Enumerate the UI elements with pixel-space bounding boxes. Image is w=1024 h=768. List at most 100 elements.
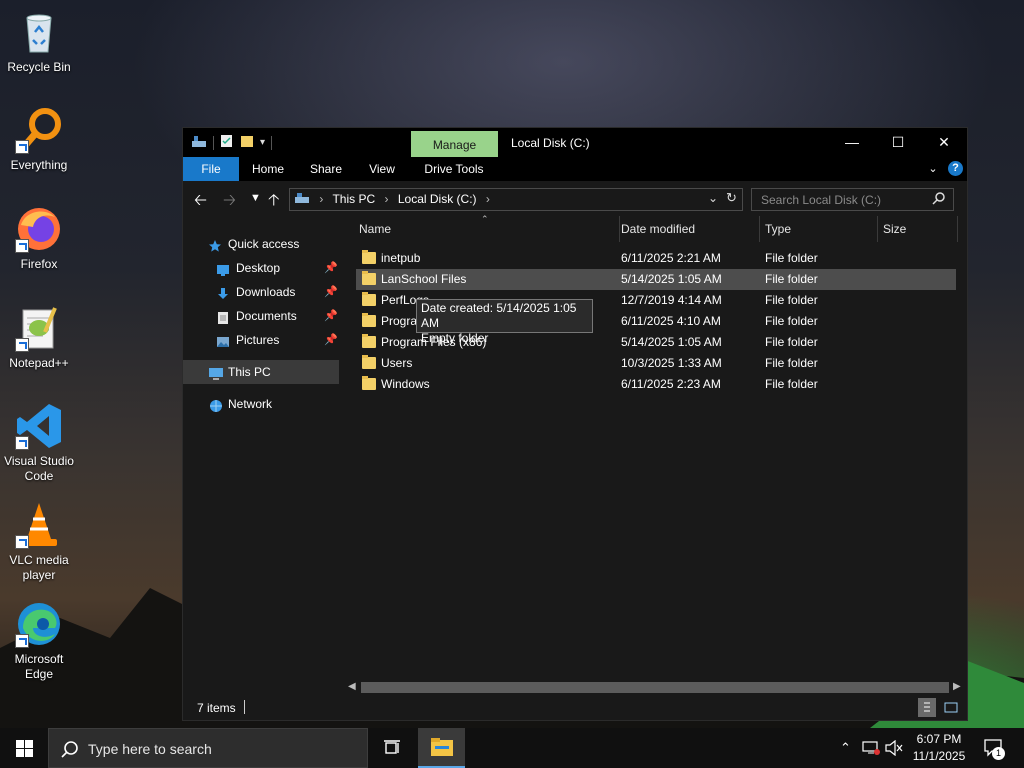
address-bar[interactable]: › This PC › Local Disk (C:) › ⌄ ↻ [289,188,743,211]
scrollbar-thumb[interactable] [361,682,949,693]
nav-item-desktop[interactable]: Desktop 📌 [183,256,339,280]
tab-home[interactable]: Home [245,157,291,181]
desktop-icon-recycle-bin[interactable]: Recycle Bin [0,8,78,75]
shortcut-arrow-icon [15,436,29,450]
tab-manage[interactable]: Manage [411,131,498,157]
list-item[interactable]: Users 10/3/2025 1:33 AM File folder [356,353,956,374]
horizontal-scrollbar[interactable]: ◀ ▶ [347,679,965,696]
list-item[interactable]: LanSchool Files 5/14/2025 1:05 AM File f… [356,269,956,290]
notification-badge: 1 [992,747,1005,760]
scroll-right-icon[interactable]: ▶ [953,681,961,692]
task-view-icon[interactable] [383,740,401,760]
edge-icon [15,600,63,648]
notification-center-icon[interactable]: 1 [983,737,1005,762]
breadcrumb-chevron-icon[interactable]: › [319,192,323,206]
desktop-icon-vlc[interactable]: VLC media player [0,501,78,583]
volume-muted-icon[interactable] [885,739,903,759]
properties-icon[interactable] [220,134,234,151]
notepad-plus-plus-icon [15,304,63,352]
desktop-icon-label: Everything [10,158,68,172]
nav-label: Network [228,397,273,411]
desktop-icon-everything[interactable]: Everything [0,106,78,173]
list-item[interactable]: inetpub 6/11/2025 2:21 AM File folder [356,248,956,269]
desktop-icon-edge[interactable]: Microsoft Edge [0,600,78,682]
help-icon[interactable]: ? [948,161,963,176]
expand-ribbon-icon[interactable]: ⌄ [925,157,941,181]
nav-item-quick-access[interactable]: Quick access [183,232,339,256]
breadcrumb-chevron-icon[interactable]: › [385,192,389,206]
column-header-type[interactable]: Type [759,216,878,242]
vlc-cone-icon [15,501,63,549]
recent-locations-chevron-icon[interactable]: ▼ [250,192,261,204]
nav-item-pictures[interactable]: Pictures 📌 [183,328,339,352]
tab-view[interactable]: View [359,157,405,181]
file-explorer-icon [431,738,453,759]
search-input[interactable]: Search Local Disk (C:) [761,193,881,207]
search-icon [932,191,946,208]
tab-file[interactable]: File [183,157,239,181]
nav-item-this-pc[interactable]: This PC [183,360,339,384]
customize-toolbar-icon[interactable]: ▾ [260,137,265,148]
status-bar: 7 items [183,696,967,720]
breadcrumb-local-disk[interactable]: Local Disk (C:) [398,192,477,206]
nav-item-network[interactable]: Network [183,392,339,416]
address-dropdown-icon[interactable]: ⌄ [708,191,718,205]
clock-time: 6:07 PM [916,732,962,746]
shortcut-arrow-icon [15,634,29,648]
pin-icon[interactable]: 📌 [324,256,338,280]
file-type: File folder [765,356,818,370]
pin-icon[interactable]: 📌 [324,304,338,328]
details-view-icon[interactable] [918,698,936,717]
minimize-icon[interactable]: — [829,128,875,157]
folder-icon [362,250,376,264]
pin-icon[interactable]: 📌 [324,280,338,304]
up-arrow-icon[interactable]: 🡡 [268,189,280,216]
shortcut-arrow-icon [15,239,29,253]
quick-access-toolbar: ▾ [191,134,273,151]
recycle-bin-icon [15,8,63,56]
file-list: ⌃ Name Date modified Type Size inetpub 6… [341,214,967,686]
show-hidden-icons-chevron-icon[interactable]: ⌃ [840,740,851,756]
refresh-icon[interactable]: ↻ [726,190,737,206]
new-folder-icon[interactable] [240,134,254,151]
column-header-size[interactable]: Size [877,216,958,242]
column-header-date-modified[interactable]: Date modified [615,216,760,242]
large-icons-view-icon[interactable] [942,698,960,717]
taskbar-search-box[interactable]: Type here to search [48,728,368,768]
system-clock[interactable]: 6:07 PM 11/1/2025 [905,731,973,765]
list-item[interactable]: Windows 6/11/2025 2:23 AM File folder [356,374,956,395]
desktop-icon-notepad-plus-plus[interactable]: Notepad++ [0,304,78,371]
network-status-icon[interactable] [862,740,880,759]
breadcrumb-chevron-icon[interactable]: › [486,192,490,206]
desktop-icon-label: Firefox [20,257,58,271]
file-name: LanSchool Files [381,272,467,286]
separator [213,135,214,150]
maximize-icon[interactable]: ☐ [875,128,921,157]
nav-item-documents[interactable]: Documents 📌 [183,304,339,328]
tab-share[interactable]: Share [303,157,349,181]
nav-label: Pictures [236,333,280,347]
scroll-left-icon[interactable]: ◀ [348,681,356,692]
file-name: Users [381,356,413,370]
file-type: File folder [765,314,818,328]
windows-start-icon[interactable] [16,740,33,760]
column-header-name[interactable]: Name [353,216,620,242]
taskbar-file-explorer-button[interactable] [418,728,465,768]
tab-drive-tools[interactable]: Drive Tools [415,157,493,181]
taskbar-search-input[interactable]: Type here to search [88,741,212,757]
nav-item-downloads[interactable]: Downloads 📌 [183,280,339,304]
documents-icon [216,309,230,324]
nav-label: Downloads [236,285,296,299]
close-icon[interactable]: ✕ [921,128,967,157]
desktop-icon-vscode[interactable]: Visual Studio Code [0,402,78,484]
file-name: Windows [381,377,430,391]
pin-icon[interactable]: 📌 [324,328,338,352]
title-bar[interactable]: ▾ Manage Local Disk (C:) — ☐ ✕ [183,128,967,157]
breadcrumb-this-pc[interactable]: This PC [332,192,375,206]
file-name: inetpub [381,251,421,265]
search-box[interactable]: Search Local Disk (C:) [751,188,954,211]
back-arrow-icon[interactable]: 🡠 [194,189,207,216]
forward-arrow-icon[interactable]: 🡢 [223,189,236,216]
navigation-pane: Quick access Desktop 📌 Downloads 📌 Docum… [183,216,341,686]
desktop-icon-firefox[interactable]: Firefox [0,205,78,272]
